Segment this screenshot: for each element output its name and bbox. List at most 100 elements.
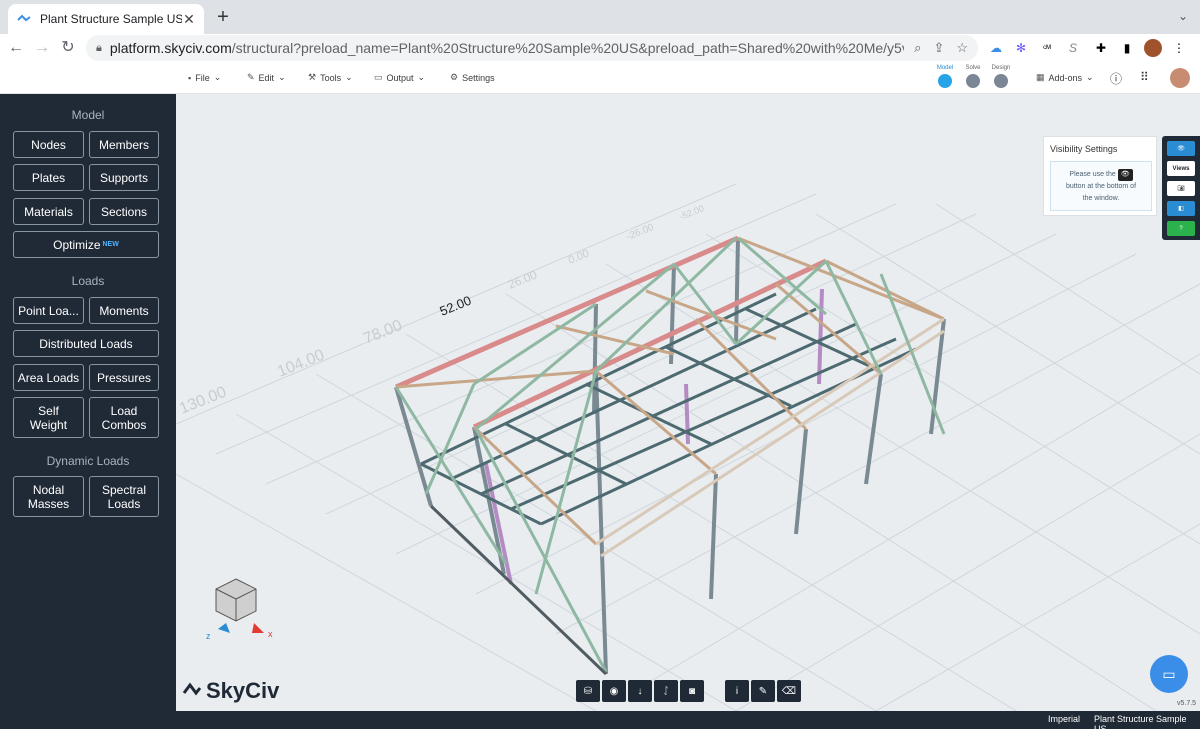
metamask-extension-icon[interactable]: ᶜᴹ: [1038, 39, 1056, 57]
gear-icon: ⚙: [450, 72, 459, 82]
optimize-label: Optimize: [53, 237, 101, 252]
chevron-down-icon: ⌄: [213, 72, 222, 82]
optimize-button[interactable]: Optimize NEW: [13, 231, 159, 258]
members-button[interactable]: Members: [89, 131, 159, 158]
lightbulb-icon[interactable]: ᛇ: [654, 680, 678, 702]
visibility-eye-button[interactable]: 👁︎: [1167, 141, 1195, 156]
output-menu[interactable]: ▭ Output ⌄: [374, 72, 425, 83]
gear-extension-icon[interactable]: ✻: [1012, 39, 1030, 57]
info-icon[interactable]: i: [725, 680, 749, 702]
units-indicator[interactable]: Imperial: [1048, 714, 1080, 724]
ground-grid: [176, 183, 1200, 711]
addons-menu[interactable]: ▦ Add-ons ⌄: [1036, 72, 1094, 83]
address-bar[interactable]: 🔒︎ platform.skyciv.com /structural?prelo…: [86, 35, 978, 61]
mode-design[interactable]: Design: [986, 65, 1016, 93]
visibility-hint-line3: the window.: [1082, 195, 1120, 202]
tab-close-icon[interactable]: ✕: [182, 11, 196, 28]
file-icon: ▪: [188, 72, 192, 83]
materials-button[interactable]: Materials: [13, 198, 84, 225]
moments-button[interactable]: Moments: [89, 297, 159, 324]
bookmark-star-icon[interactable]: ☆: [956, 40, 968, 56]
chat-support-icon[interactable]: ▭: [1150, 655, 1188, 693]
nodes-button[interactable]: Nodes: [13, 131, 84, 158]
camera-button[interactable]: 📷︎: [1167, 181, 1195, 196]
supports-button[interactable]: Supports: [89, 164, 159, 191]
lock-icon: 🔒︎: [96, 41, 102, 54]
eraser-icon[interactable]: ⌫: [777, 680, 801, 702]
spectral-loads-label-line2: Loads: [107, 496, 141, 511]
pressures-button[interactable]: Pressures: [89, 364, 159, 391]
distributed-loads-button[interactable]: Distributed Loads: [13, 330, 159, 357]
grid-icon: ▦: [1036, 72, 1045, 82]
cloud-extension-icon[interactable]: ☁: [987, 39, 1005, 57]
self-weight-label-line1: Self: [38, 403, 59, 418]
share-icon[interactable]: ⇪: [933, 40, 944, 56]
tab-title: Plant Structure Sample US | Sk: [40, 12, 182, 26]
solve-mode-icon: [966, 74, 980, 88]
wrench-icon: ⚒: [308, 72, 317, 82]
dynamic-loads-section-title: Dynamic Loads: [46, 454, 130, 468]
edit-menu-label: Edit: [258, 72, 275, 83]
point-loads-button[interactable]: Point Loa...: [13, 297, 84, 324]
browser-tab[interactable]: Plant Structure Sample US | Sk ✕: [8, 4, 204, 34]
load-combos-button[interactable]: Load Combos: [89, 397, 159, 438]
help-button[interactable]: ?: [1167, 221, 1195, 236]
chevron-down-icon: ⌄: [278, 72, 286, 82]
visibility-hint-box: Please use the 👁︎ button at the bottom o…: [1050, 161, 1152, 211]
tools-menu[interactable]: ⚒ Tools ⌄: [308, 72, 353, 83]
tab-search-chevron-icon[interactable]: ⌄: [1178, 9, 1188, 23]
download-icon[interactable]: ↓: [628, 680, 652, 702]
project-name: Plant Structure Sample US: [1094, 714, 1187, 734]
spectral-loads-label-line1: Spectral: [101, 482, 147, 497]
load-combos-label-line2: Combos: [101, 417, 147, 432]
zoom-icon[interactable]: ⌕: [914, 40, 921, 56]
mode-solve-label: Solve: [965, 65, 981, 71]
s-extension-icon[interactable]: S: [1064, 39, 1082, 57]
back-arrow-icon[interactable]: ←: [6, 38, 26, 58]
cube-view-button[interactable]: ◧: [1167, 201, 1195, 216]
pencil-draw-icon[interactable]: ✎: [751, 680, 775, 702]
help-icon[interactable]: ⓘ: [1110, 70, 1122, 87]
user-avatar[interactable]: [1170, 68, 1190, 88]
forward-arrow-icon[interactable]: →: [32, 38, 52, 58]
axis-tick-26: 26.00: [506, 267, 539, 291]
profile-avatar[interactable]: [1144, 39, 1162, 57]
edit-menu[interactable]: ✎ Edit ⌄: [247, 72, 286, 83]
puzzle-icon[interactable]: ✚: [1092, 39, 1110, 57]
right-toolbar: 👁︎ Views 📷︎ ◧ ?: [1162, 136, 1200, 240]
file-menu[interactable]: ▪ File ⌄: [188, 72, 221, 83]
browser-toolbar: ← → ↻ 🔒︎ platform.skyciv.com /structural…: [0, 34, 1200, 62]
pencil-icon: ✎: [247, 72, 255, 82]
settings-menu[interactable]: ⚙ Settings: [450, 72, 495, 83]
area-loads-button[interactable]: Area Loads: [13, 364, 84, 391]
spectral-loads-button[interactable]: Spectral Loads: [89, 476, 159, 517]
axis-tick-minus-52: -52.00: [678, 203, 705, 222]
new-tab-button[interactable]: +: [212, 6, 234, 29]
settings-menu-label: Settings: [462, 72, 495, 83]
orientation-cube-icon[interactable]: z x: [206, 578, 273, 641]
browser-tab-strip: Plant Structure Sample US | Sk ✕ + ⌄: [0, 0, 1200, 34]
plates-button[interactable]: Plates: [13, 164, 84, 191]
side-panel-icon[interactable]: ▮: [1118, 39, 1136, 57]
views-button[interactable]: Views: [1167, 161, 1195, 176]
nodal-masses-label-line1: Nodal: [32, 482, 65, 497]
self-weight-button[interactable]: Self Weight: [13, 397, 84, 438]
layers-icon[interactable]: ⛁: [576, 680, 600, 702]
sections-button[interactable]: Sections: [89, 198, 159, 225]
self-weight-label-line2: Weight: [29, 417, 68, 432]
apps-grid-icon[interactable]: ⠿: [1140, 70, 1149, 84]
nodal-masses-button[interactable]: Nodal Masses: [13, 476, 84, 517]
sidebar: Model Nodes Members Plates Supports Mate…: [0, 94, 176, 711]
monitor-icon: ▭: [374, 72, 383, 82]
reload-icon[interactable]: ↻: [58, 38, 78, 58]
visibility-hint-line1: Please use the: [1069, 171, 1116, 178]
screenshot-icon[interactable]: ◙: [680, 680, 704, 702]
browser-menu-icon[interactable]: ⋮: [1170, 39, 1188, 57]
model-mode-icon: [938, 74, 952, 88]
mode-solve[interactable]: Solve: [958, 65, 988, 93]
mode-model[interactable]: Model: [930, 65, 960, 93]
z-axis-label: z: [206, 631, 211, 641]
base-members: [429, 504, 608, 676]
eye-button-icon[interactable]: ◉: [602, 680, 626, 702]
x-axis-label: x: [268, 629, 273, 639]
